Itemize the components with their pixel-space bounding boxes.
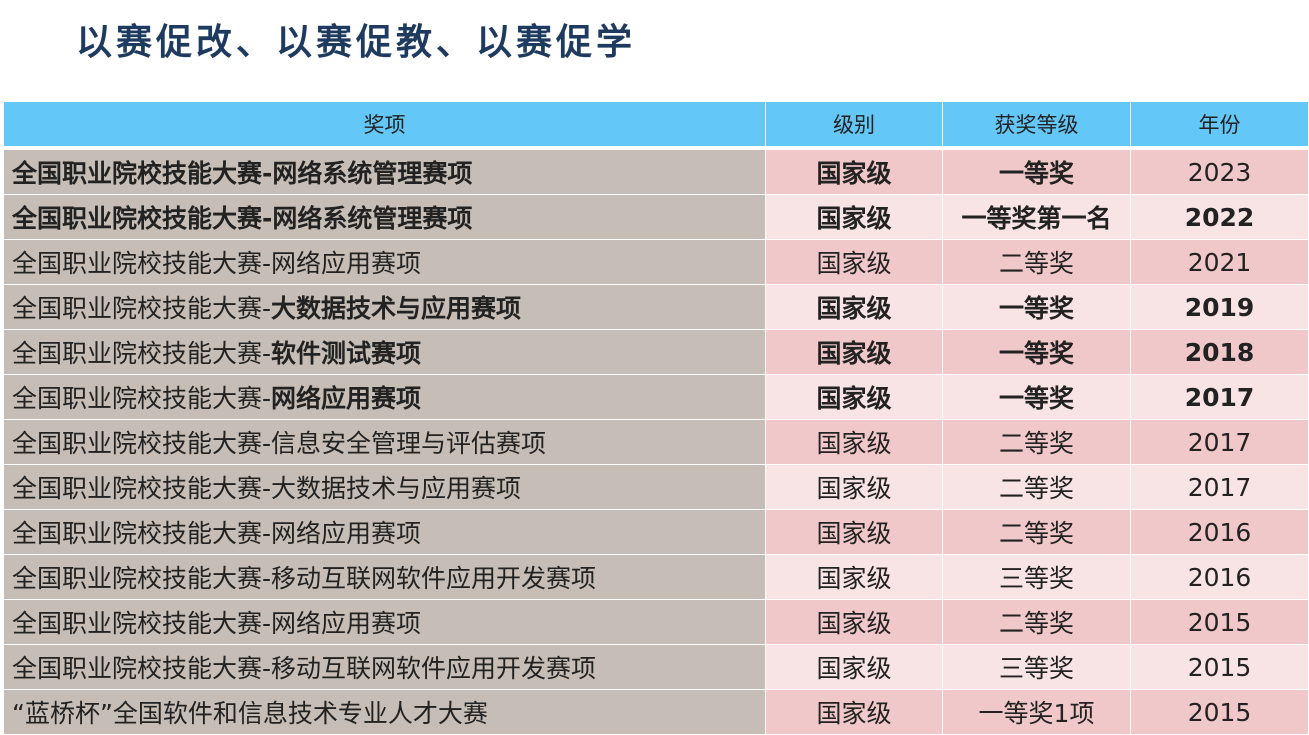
- level-cell: 国家级: [765, 147, 943, 195]
- award-name-prefix: “蓝桥杯”全国软件和信息技术专业人才大赛: [12, 699, 488, 728]
- award-name-cell: “蓝桥杯”全国软件和信息技术专业人才大赛: [3, 689, 766, 735]
- awards-table: 奖项 级别 获奖等级 年份 全国职业院校技能大赛-网络系统管理赛项 国家级 一等奖 2…: [3, 101, 1309, 735]
- level-cell: 国家级: [765, 284, 943, 330]
- table-row: 全国职业院校技能大赛-大数据技术与应用赛项 国家级 二等奖 2017: [3, 464, 1309, 510]
- award-name-prefix: 全国职业院校技能大赛-: [12, 384, 272, 413]
- grade-cell: 三等奖: [942, 554, 1131, 600]
- year-cell: 2017: [1130, 464, 1309, 510]
- table-row: 全国职业院校技能大赛-大数据技术与应用赛项 国家级 一等奖 2019: [3, 284, 1309, 330]
- award-name-prefix: 全国职业院校技能大赛-网络应用赛项: [12, 609, 422, 638]
- table-row: 全国职业院校技能大赛-软件测试赛项 国家级 一等奖 2018: [3, 329, 1309, 375]
- award-name-prefix: 全国职业院校技能大赛-大数据技术与应用赛项: [12, 474, 522, 503]
- award-name-cell: 全国职业院校技能大赛-大数据技术与应用赛项: [3, 284, 766, 330]
- grade-cell: 二等奖: [942, 419, 1131, 465]
- award-name-cell: 全国职业院校技能大赛-网络系统管理赛项: [3, 147, 766, 195]
- table-row: 全国职业院校技能大赛-移动互联网软件应用开发赛项 国家级 三等奖 2016: [3, 554, 1309, 600]
- year-cell: 2018: [1130, 329, 1309, 375]
- table-row: “蓝桥杯”全国软件和信息技术专业人才大赛 国家级 一等奖1项 2015: [3, 689, 1309, 735]
- year-cell: 2015: [1130, 599, 1309, 645]
- level-cell: 国家级: [765, 644, 943, 690]
- grade-cell: 二等奖: [942, 239, 1131, 285]
- table-row: 全国职业院校技能大赛-网络应用赛项 国家级 二等奖 2016: [3, 509, 1309, 555]
- award-name-cell: 全国职业院校技能大赛-网络系统管理赛项: [3, 194, 766, 240]
- year-cell: 2017: [1130, 419, 1309, 465]
- award-name-prefix: 全国职业院校技能大赛-: [12, 294, 272, 323]
- award-name-prefix: 全国职业院校技能大赛-: [12, 339, 272, 368]
- level-cell: 国家级: [765, 554, 943, 600]
- header-year: 年份: [1130, 101, 1309, 150]
- header-award: 奖项: [3, 101, 766, 150]
- award-name-cell: 全国职业院校技能大赛-网络应用赛项: [3, 374, 766, 420]
- award-name-prefix: 全国职业院校技能大赛-网络系统管理赛项: [12, 159, 473, 188]
- grade-cell: 一等奖第一名: [942, 194, 1131, 240]
- page-title: 以赛促改、以赛促教、以赛促学: [76, 22, 637, 63]
- grade-cell: 一等奖: [942, 374, 1131, 420]
- year-cell: 2015: [1130, 644, 1309, 690]
- award-name-cell: 全国职业院校技能大赛-网络应用赛项: [3, 239, 766, 285]
- grade-cell: 一等奖: [942, 284, 1131, 330]
- header-level: 级别: [765, 101, 943, 150]
- level-cell: 国家级: [765, 374, 943, 420]
- grade-cell: 三等奖: [942, 644, 1131, 690]
- level-cell: 国家级: [765, 464, 943, 510]
- table-row: 全国职业院校技能大赛-移动互联网软件应用开发赛项 国家级 三等奖 2015: [3, 644, 1309, 690]
- award-name-cell: 全国职业院校技能大赛-信息安全管理与评估赛项: [3, 419, 766, 465]
- award-name-cell: 全国职业院校技能大赛-移动互联网软件应用开发赛项: [3, 644, 766, 690]
- grade-cell: 一等奖1项: [942, 689, 1131, 735]
- level-cell: 国家级: [765, 419, 943, 465]
- award-name-cell: 全国职业院校技能大赛-软件测试赛项: [3, 329, 766, 375]
- table-row: 全国职业院校技能大赛-网络系统管理赛项 国家级 一等奖第一名 2022: [3, 194, 1309, 240]
- year-cell: 2017: [1130, 374, 1309, 420]
- year-cell: 2022: [1130, 194, 1309, 240]
- level-cell: 国家级: [765, 239, 943, 285]
- year-cell: 2015: [1130, 689, 1309, 735]
- award-name-prefix: 全国职业院校技能大赛-网络应用赛项: [12, 519, 422, 548]
- award-event-name: 大数据技术与应用赛项: [271, 294, 522, 323]
- level-cell: 国家级: [765, 599, 943, 645]
- level-cell: 国家级: [765, 329, 943, 375]
- grade-cell: 一等奖: [942, 147, 1131, 195]
- award-name-cell: 全国职业院校技能大赛-大数据技术与应用赛项: [3, 464, 766, 510]
- level-cell: 国家级: [765, 509, 943, 555]
- year-cell: 2016: [1130, 554, 1309, 600]
- grade-cell: 一等奖: [942, 329, 1131, 375]
- year-cell: 2021: [1130, 239, 1309, 285]
- award-name-prefix: 全国职业院校技能大赛-网络应用赛项: [12, 249, 422, 278]
- header-grade: 获奖等级: [942, 101, 1131, 150]
- level-cell: 国家级: [765, 194, 943, 240]
- award-event-name: 软件测试赛项: [271, 339, 422, 368]
- grade-cell: 二等奖: [942, 509, 1131, 555]
- table-row: 全国职业院校技能大赛-网络应用赛项 国家级 二等奖 2021: [3, 239, 1309, 285]
- year-cell: 2023: [1130, 147, 1309, 195]
- award-name-cell: 全国职业院校技能大赛-移动互联网软件应用开发赛项: [3, 554, 766, 600]
- award-event-name: 网络应用赛项: [271, 384, 422, 413]
- table-header-row: 奖项 级别 获奖等级 年份: [3, 101, 1309, 150]
- award-name-prefix: 全国职业院校技能大赛-网络系统管理赛项: [12, 204, 473, 233]
- year-cell: 2016: [1130, 509, 1309, 555]
- table-row: 全国职业院校技能大赛-信息安全管理与评估赛项 国家级 二等奖 2017: [3, 419, 1309, 465]
- grade-cell: 二等奖: [942, 599, 1131, 645]
- table-row: 全国职业院校技能大赛-网络应用赛项 国家级 二等奖 2015: [3, 599, 1309, 645]
- award-name-prefix: 全国职业院校技能大赛-移动互联网软件应用开发赛项: [12, 564, 597, 593]
- grade-cell: 二等奖: [942, 464, 1131, 510]
- award-name-cell: 全国职业院校技能大赛-网络应用赛项: [3, 509, 766, 555]
- table-row: 全国职业院校技能大赛-网络应用赛项 国家级 一等奖 2017: [3, 374, 1309, 420]
- level-cell: 国家级: [765, 689, 943, 735]
- award-name-prefix: 全国职业院校技能大赛-移动互联网软件应用开发赛项: [12, 654, 597, 683]
- table-row: 全国职业院校技能大赛-网络系统管理赛项 国家级 一等奖 2023: [3, 147, 1309, 195]
- award-name-prefix: 全国职业院校技能大赛-信息安全管理与评估赛项: [12, 429, 547, 458]
- award-name-cell: 全国职业院校技能大赛-网络应用赛项: [3, 599, 766, 645]
- year-cell: 2019: [1130, 284, 1309, 330]
